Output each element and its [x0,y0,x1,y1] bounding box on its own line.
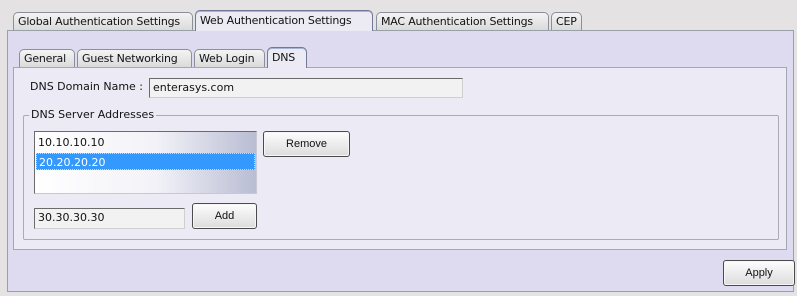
list-item[interactable]: 20.20.20.20 [36,153,255,170]
dns-domain-name-label: DNS Domain Name : [30,80,144,93]
tab-global-authentication-settings[interactable]: Global Authentication Settings [13,12,193,31]
tab-dns[interactable]: DNS [267,47,307,68]
tab-web-authentication-settings[interactable]: Web Authentication Settings [195,10,373,31]
add-button[interactable]: Add [192,203,257,229]
tab-guest-networking[interactable]: Guest Networking [77,49,192,68]
new-dns-address-input[interactable]: 30.30.30.30 [34,208,185,229]
dns-domain-name-input[interactable]: enterasys.com [149,78,463,98]
remove-button[interactable]: Remove [263,131,350,157]
dns-server-list[interactable]: 10.10.10.10 20.20.20.20 [34,131,257,194]
list-item[interactable]: 10.10.10.10 [36,134,255,151]
tab-cep[interactable]: CEP [551,12,582,31]
apply-button[interactable]: Apply [723,260,795,286]
dns-server-addresses-title: DNS Server Addresses [29,108,157,121]
tab-web-login[interactable]: Web Login [194,49,265,68]
tab-general[interactable]: General [19,49,75,68]
tab-mac-authentication-settings[interactable]: MAC Authentication Settings [376,12,549,31]
